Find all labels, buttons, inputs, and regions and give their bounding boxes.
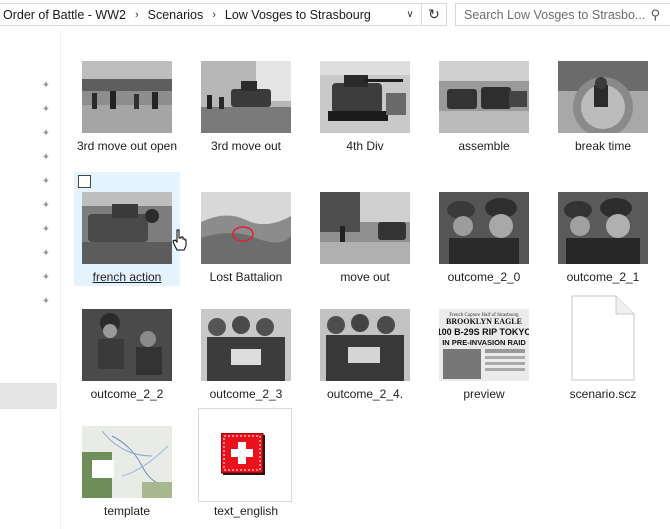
photo-thumbnail: [82, 309, 172, 381]
newspaper-headline: 100 B-29S RIP TOKYO: [439, 327, 529, 337]
file-name: outcome_2_4.: [326, 387, 404, 401]
photo-thumbnail: [320, 192, 410, 264]
photo-thumbnail: [439, 192, 529, 264]
search-placeholder: Search Low Vosges to Strasbo...: [464, 7, 646, 22]
file-name: assemble: [458, 139, 510, 153]
search-input[interactable]: Search Low Vosges to Strasbo... ⚲: [455, 3, 670, 26]
file-item-selected[interactable]: french action: [74, 172, 187, 286]
file-name: move out: [340, 270, 390, 284]
breadcrumb-item[interactable]: Low Vosges to Strasbourg: [221, 8, 375, 22]
address-bar[interactable]: Order of Battle - WW2 › Scenarios › Low …: [0, 3, 447, 26]
file-item[interactable]: outcome_2_2: [74, 309, 180, 403]
photo-thumbnail: [320, 309, 410, 381]
file-item[interactable]: 4th Div: [312, 61, 418, 171]
nav-item-selected[interactable]: [0, 383, 57, 409]
file-name: outcome_2_2: [90, 387, 164, 401]
file-name: outcome_2_0: [447, 270, 521, 284]
pin-icon: ✦: [41, 224, 51, 235]
file-item[interactable]: scenario.scz: [550, 295, 656, 403]
newspaper-masthead: BROOKLYN EAGLE: [446, 317, 522, 326]
photo-thumbnail: [558, 61, 648, 133]
file-name: outcome_2_1: [566, 270, 640, 284]
vertical-scrollbar[interactable]: [660, 31, 670, 529]
photo-thumbnail: [201, 192, 291, 264]
breadcrumb-item[interactable]: Scenarios: [144, 8, 208, 22]
file-item[interactable]: 3rd move out: [193, 61, 299, 171]
pin-icon: ✦: [41, 272, 51, 283]
file-name: french action: [92, 270, 162, 284]
photo-thumbnail: [558, 192, 648, 264]
file-name: Lost Battalion: [209, 270, 283, 284]
pin-icon: ✦: [41, 248, 51, 259]
file-item[interactable]: outcome_2_1: [550, 192, 656, 286]
breadcrumb-chevron-icon[interactable]: ›: [207, 9, 221, 21]
photo-thumbnail: [320, 61, 410, 133]
pin-icon: ✦: [41, 104, 51, 115]
file-item[interactable]: text_english: [193, 406, 299, 520]
file-item[interactable]: Lost Battalion: [193, 192, 299, 286]
breadcrumb-chevron-icon[interactable]: ›: [130, 9, 144, 21]
file-name: 3rd move out: [210, 139, 282, 153]
photo-thumbnail: [82, 192, 172, 264]
pin-icon: ✦: [41, 200, 51, 211]
file-grid[interactable]: 3rd move out open 3rd move out 4th Div a…: [60, 31, 660, 529]
refresh-icon[interactable]: ↻: [421, 4, 446, 25]
file-icon-frame: [198, 408, 292, 502]
file-item[interactable]: template: [74, 426, 180, 520]
swiss-flag-icon: [221, 433, 265, 475]
newspaper-thumbnail: French Capture Half of Strasbourg BROOKL…: [439, 309, 529, 381]
document-icon: [571, 295, 635, 381]
top-bar: Order of Battle - WW2 › Scenarios › Low …: [0, 0, 670, 31]
file-item[interactable]: 3rd move out open: [74, 61, 180, 171]
pin-icon: ✦: [41, 176, 51, 187]
file-name: text_english: [213, 504, 279, 518]
photo-thumbnail: [201, 61, 291, 133]
photo-thumbnail: [201, 309, 291, 381]
file-name: break time: [574, 139, 632, 153]
photo-thumbnail: [82, 61, 172, 133]
newspaper-headline: IN PRE-INVASION RAID: [442, 338, 526, 347]
pin-icon: ✦: [41, 80, 51, 91]
file-name: 4th Div: [346, 139, 384, 153]
navigation-pane[interactable]: ✦ ✦ ✦ ✦ ✦ ✦ ✦ ✦ ✦ ✦: [0, 31, 61, 529]
file-item[interactable]: move out: [312, 192, 418, 286]
file-name: template: [103, 504, 151, 518]
file-name: preview: [463, 387, 505, 401]
pin-icon: ✦: [41, 296, 51, 307]
file-item[interactable]: assemble: [431, 61, 537, 171]
file-item[interactable]: outcome_2_4.: [312, 309, 418, 403]
breadcrumb-item[interactable]: Order of Battle - WW2: [0, 8, 130, 22]
file-item[interactable]: outcome_2_3: [193, 309, 299, 403]
photo-thumbnail: [439, 61, 529, 133]
file-name: scenario.scz: [569, 387, 637, 401]
pin-icon: ✦: [41, 152, 51, 163]
file-name: outcome_2_3: [209, 387, 283, 401]
selection-checkbox[interactable]: [78, 175, 91, 188]
file-name: 3rd move out open: [76, 139, 178, 153]
chevron-down-icon[interactable]: ∨: [401, 4, 419, 25]
pin-icon: ✦: [41, 128, 51, 139]
file-item[interactable]: outcome_2_0: [431, 192, 537, 286]
search-icon[interactable]: ⚲: [650, 7, 660, 23]
map-thumbnail: [82, 426, 172, 498]
file-item[interactable]: break time: [550, 61, 656, 171]
file-item[interactable]: French Capture Half of Strasbourg BROOKL…: [431, 309, 537, 403]
hand-cursor-icon: [172, 229, 187, 251]
